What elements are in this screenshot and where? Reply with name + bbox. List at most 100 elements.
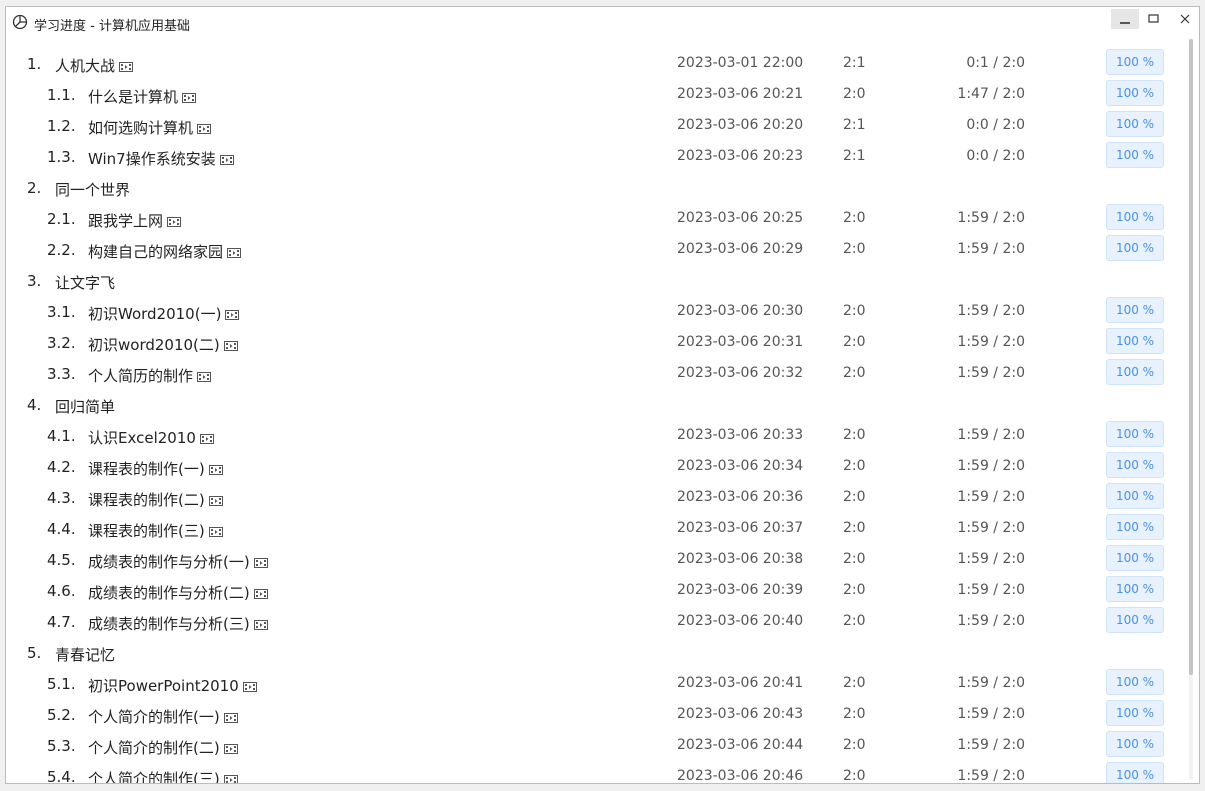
chapter-row[interactable]: 2. 同一个世界 xyxy=(6,171,1186,202)
lesson-row[interactable]: 5.4. 个人简介的制作(三) 2023-03-06 20:46 2:0 1:59 / … xyxy=(6,760,1186,784)
video-icon xyxy=(199,430,214,444)
scrollbar-thumb[interactable] xyxy=(1189,39,1193,675)
item-title: 构建自己的网络家园 xyxy=(88,241,242,262)
chapter-row[interactable]: 1. 人机大战 2023-03-01 22:00 2:1 0:1 / 2:0 100 % xyxy=(6,47,1186,78)
play-ratio: 2:0 xyxy=(843,737,866,753)
item-title: 什么是计算机 xyxy=(88,86,197,107)
item-number: 1. xyxy=(27,55,42,73)
progress-badge: 100 % xyxy=(1106,669,1164,695)
item-title: 回归简单 xyxy=(55,396,115,417)
lesson-row[interactable]: 5.1. 初识PowerPoint2010 2023-03-06 20:41 2:0 1… xyxy=(6,667,1186,698)
item-number: 5. xyxy=(27,644,42,662)
item-number: 4.5. xyxy=(47,551,76,569)
lesson-row[interactable]: 4.3. 课程表的制作(二) 2023-03-06 20:36 2:0 1:59 / 2… xyxy=(6,481,1186,512)
item-number: 4.1. xyxy=(47,427,76,445)
watch-date: 2023-03-06 20:36 xyxy=(677,489,804,505)
maximize-button[interactable] xyxy=(1140,9,1168,29)
progress-badge: 100 % xyxy=(1106,297,1164,323)
lesson-row[interactable]: 5.2. 个人简介的制作(一) 2023-03-06 20:43 2:0 1:59 / … xyxy=(6,698,1186,729)
item-title-text: 个人简介的制作(二) xyxy=(88,739,220,757)
item-title: 个人简介的制作(三) xyxy=(88,768,238,783)
lesson-row[interactable]: 4.5. 成绩表的制作与分析(一) 2023-03-06 20:38 2:0 1:59 … xyxy=(6,543,1186,574)
watch-date: 2023-03-06 20:21 xyxy=(677,86,804,102)
watch-date: 2023-03-06 20:38 xyxy=(677,551,804,567)
lesson-row[interactable]: 3.3. 个人简历的制作 2023-03-06 20:32 2:0 1:59 / 2:0… xyxy=(6,357,1186,388)
lesson-row[interactable]: 4.1. 认识Excel2010 2023-03-06 20:33 2:0 1:59 /… xyxy=(6,419,1186,450)
item-title-text: 认识Excel2010 xyxy=(88,429,196,447)
progress-badge: 100 % xyxy=(1106,483,1164,509)
lesson-row[interactable]: 1.3. Win7操作系统安装 2023-03-06 20:23 2:1 0:0 / 2… xyxy=(6,140,1186,171)
lesson-row[interactable]: 4.6. 成绩表的制作与分析(二) 2023-03-06 20:39 2:0 1:59 … xyxy=(6,574,1186,605)
progress-badge: 100 % xyxy=(1106,80,1164,106)
play-time: 1:59 / 2:0 xyxy=(957,675,1025,691)
chapter-row[interactable]: 4. 回归简单 xyxy=(6,388,1186,419)
play-time: 1:59 / 2:0 xyxy=(957,365,1025,381)
lesson-row[interactable]: 3.1. 初识Word2010(一) 2023-03-06 20:30 2:0 1:59… xyxy=(6,295,1186,326)
watch-date: 2023-03-06 20:32 xyxy=(677,365,804,381)
video-icon xyxy=(208,492,223,506)
lesson-row[interactable]: 1.2. 如何选购计算机 2023-03-06 20:20 2:1 0:0 / 2:0 1… xyxy=(6,109,1186,140)
lesson-row[interactable]: 3.2. 初识word2010(二) 2023-03-06 20:31 2:0 1:59… xyxy=(6,326,1186,357)
play-time: 0:1 / 2:0 xyxy=(966,55,1025,71)
item-number: 3. xyxy=(27,272,42,290)
play-ratio: 2:0 xyxy=(843,365,866,381)
lesson-row[interactable]: 4.4. 课程表的制作(三) 2023-03-06 20:37 2:0 1:59 / 2… xyxy=(6,512,1186,543)
chapter-row[interactable]: 5. 青春记忆 xyxy=(6,636,1186,667)
video-icon xyxy=(253,585,268,599)
play-ratio: 2:0 xyxy=(843,427,866,443)
item-title-text: 人机大战 xyxy=(55,57,116,75)
item-title: 初识PowerPoint2010 xyxy=(88,675,257,696)
video-icon xyxy=(119,58,134,72)
watch-date: 2023-03-06 20:41 xyxy=(677,675,804,691)
chapter-row[interactable]: 3. 让文字飞 xyxy=(6,264,1186,295)
play-ratio: 2:1 xyxy=(843,55,866,71)
watch-date: 2023-03-06 20:44 xyxy=(677,737,804,753)
lesson-row[interactable]: 1.1. 什么是计算机 2023-03-06 20:21 2:0 1:47 / 2:0 1… xyxy=(6,78,1186,109)
close-button[interactable] xyxy=(1171,9,1199,29)
video-icon xyxy=(197,368,212,382)
item-title: 课程表的制作(一) xyxy=(88,458,223,479)
item-number: 5.4. xyxy=(47,768,76,784)
item-title-text: Win7操作系统安装 xyxy=(88,150,216,168)
play-ratio: 2:0 xyxy=(843,675,866,691)
video-icon xyxy=(253,554,268,568)
item-title-text: 个人简介的制作(一) xyxy=(88,708,220,726)
watch-date: 2023-03-06 20:23 xyxy=(677,148,804,164)
video-icon xyxy=(223,740,238,754)
item-title-text: 成绩表的制作与分析(一) xyxy=(88,553,250,571)
minimize-button[interactable] xyxy=(1111,9,1139,29)
progress-badge: 100 % xyxy=(1106,545,1164,571)
video-icon xyxy=(208,461,223,475)
lesson-row[interactable]: 2.1. 跟我学上网 2023-03-06 20:25 2:0 1:59 / 2:0 10… xyxy=(6,202,1186,233)
play-ratio: 2:1 xyxy=(843,117,866,133)
vertical-scrollbar[interactable] xyxy=(1189,39,1193,779)
video-icon xyxy=(225,306,240,320)
lesson-row[interactable]: 4.7. 成绩表的制作与分析(三) 2023-03-06 20:40 2:0 1:59 … xyxy=(6,605,1186,636)
item-title-text: 课程表的制作(三) xyxy=(88,522,205,540)
progress-badge: 100 % xyxy=(1106,762,1164,783)
lesson-row[interactable]: 4.2. 课程表的制作(一) 2023-03-06 20:34 2:0 1:59 / 2… xyxy=(6,450,1186,481)
item-number: 2.1. xyxy=(47,210,76,228)
progress-badge: 100 % xyxy=(1106,700,1164,726)
item-title: 个人简介的制作(一) xyxy=(88,706,238,727)
item-title: 初识word2010(二) xyxy=(88,334,238,355)
item-number: 5.3. xyxy=(47,737,76,755)
play-time: 1:59 / 2:0 xyxy=(957,303,1025,319)
lesson-list: 1. 人机大战 2023-03-01 22:00 2:1 0:1 / 2:0 100 % 1… xyxy=(6,47,1186,784)
item-title: 课程表的制作(二) xyxy=(88,489,223,510)
item-title-text: 跟我学上网 xyxy=(88,212,164,230)
item-title: 同一个世界 xyxy=(55,179,130,200)
item-title-text: 什么是计算机 xyxy=(88,88,179,106)
progress-badge: 100 % xyxy=(1106,49,1164,75)
play-ratio: 2:0 xyxy=(843,520,866,536)
lesson-row[interactable]: 5.3. 个人简介的制作(二) 2023-03-06 20:44 2:0 1:59 / … xyxy=(6,729,1186,760)
item-number: 5.2. xyxy=(47,706,76,724)
watch-date: 2023-03-06 20:37 xyxy=(677,520,804,536)
lesson-row[interactable]: 2.2. 构建自己的网络家园 2023-03-06 20:29 2:0 1:59 / 2… xyxy=(6,233,1186,264)
play-time: 1:59 / 2:0 xyxy=(957,427,1025,443)
play-time: 1:59 / 2:0 xyxy=(957,210,1025,226)
item-title: 如何选购计算机 xyxy=(88,117,212,138)
play-time: 1:59 / 2:0 xyxy=(957,737,1025,753)
play-time: 1:59 / 2:0 xyxy=(957,241,1025,257)
item-title-text: 青春记忆 xyxy=(55,646,116,664)
